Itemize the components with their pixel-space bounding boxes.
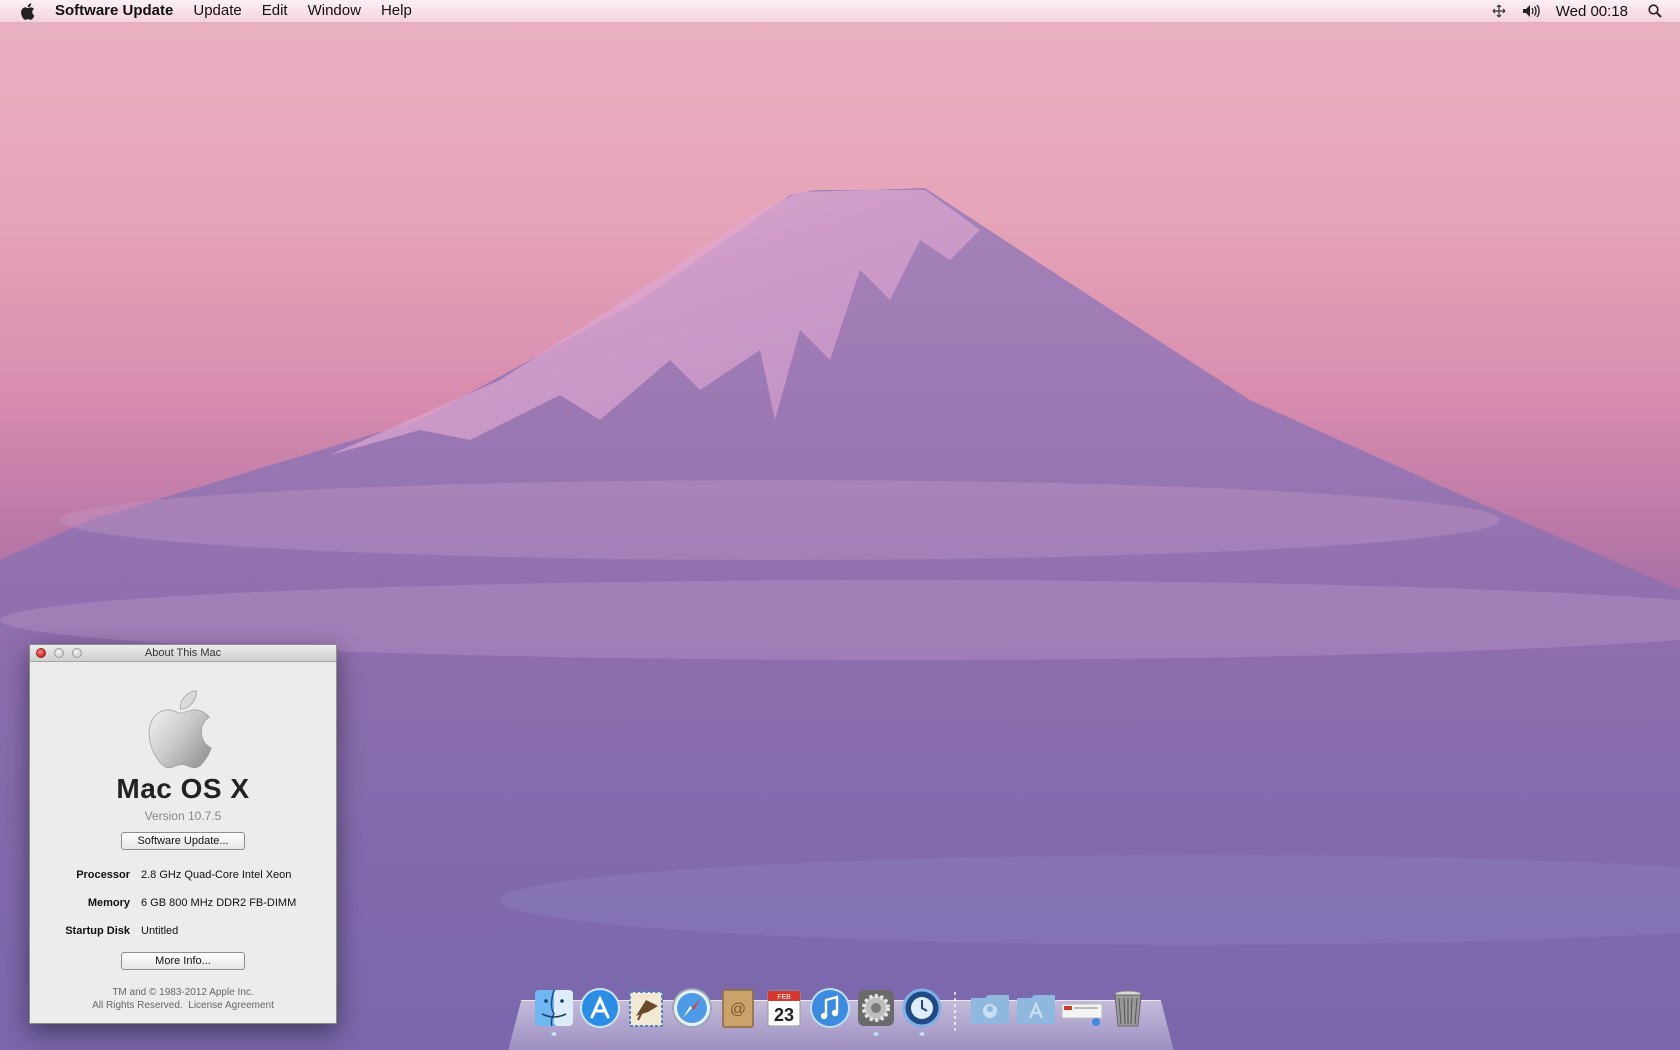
system-preferences-icon[interactable]: [854, 986, 898, 1030]
documents-stack-icon[interactable]: [968, 986, 1012, 1030]
startup-disk-value: Untitled: [141, 925, 179, 937]
spotlight-search-icon[interactable]: [1636, 0, 1680, 22]
menu-window[interactable]: Window: [298, 0, 371, 22]
menu-app-name[interactable]: Software Update: [45, 0, 183, 22]
memory-row: Memory 6 GB 800 MHz DDR2 FB-DIMM: [30, 897, 336, 913]
os-version[interactable]: Version 10.7.5: [30, 809, 336, 823]
menu-clock[interactable]: Wed 00:18: [1548, 0, 1636, 22]
time-machine-icon[interactable]: [900, 986, 944, 1030]
address-book-icon[interactable]: @: [716, 986, 760, 1030]
mail-icon[interactable]: [624, 986, 668, 1030]
app-store-icon[interactable]: [578, 986, 622, 1030]
window-title: About This Mac: [144, 647, 222, 659]
finder-running-indicator: [551, 1032, 557, 1036]
memory-label: Memory: [87, 897, 130, 909]
volume-icon[interactable]: [1514, 0, 1548, 22]
ical-icon[interactable]: FEB 23: [762, 986, 806, 1030]
finder-icon[interactable]: [532, 986, 576, 1030]
more-info-button[interactable]: More Info...: [121, 952, 245, 970]
menu-help[interactable]: Help: [371, 0, 422, 22]
calendar-day-label: 23: [774, 1005, 794, 1025]
copyright-line: TM and © 1983-2012 Apple Inc.: [112, 987, 254, 998]
dock: @ FEB 23: [532, 986, 1172, 1038]
license-agreement-link[interactable]: License Agreement: [188, 1000, 274, 1011]
system-preferences-running-indicator: [873, 1032, 879, 1036]
copyright-text: TM and © 1983-2012 Apple Inc. All Rights…: [30, 986, 336, 1012]
itunes-icon[interactable]: [808, 986, 852, 1030]
bluetooth-network-icon[interactable]: [1484, 0, 1514, 22]
applications-stack-icon[interactable]: [1014, 986, 1058, 1030]
desktop: Software Update Update Edit Window Help …: [0, 0, 1680, 1050]
window-titlebar[interactable]: About This Mac: [30, 645, 336, 662]
time-machine-running-indicator: [919, 1032, 925, 1036]
processor-row: Processor 2.8 GHz Quad-Core Intel Xeon: [30, 869, 336, 885]
dock-separator: [954, 992, 956, 1032]
downloads-stack-icon[interactable]: [1060, 986, 1104, 1030]
svg-text:@: @: [730, 1001, 746, 1018]
menu-update[interactable]: Update: [183, 0, 251, 22]
apple-logo-icon: [148, 690, 212, 769]
menu-extras: Wed 00:18: [1484, 0, 1680, 22]
trash-icon[interactable]: [1106, 986, 1150, 1030]
processor-label: Processor: [76, 869, 130, 881]
menu-edit[interactable]: Edit: [252, 0, 298, 22]
startup-disk-label: Startup Disk: [65, 925, 130, 937]
menu-bar: Software Update Update Edit Window Help …: [0, 0, 1680, 23]
startup-disk-row: Startup Disk Untitled: [30, 925, 336, 941]
safari-icon[interactable]: [670, 986, 714, 1030]
apple-menu-icon[interactable]: [0, 0, 45, 22]
memory-value: 6 GB 800 MHz DDR2 FB-DIMM: [141, 897, 297, 909]
processor-value: 2.8 GHz Quad-Core Intel Xeon: [141, 869, 292, 881]
calendar-month-label: FEB: [777, 994, 791, 1001]
os-name: Mac OS X: [116, 773, 250, 804]
about-this-mac-window: About This Mac Mac OS X Version 10.7.5 S…: [29, 644, 337, 1024]
rights-reserved-text: All Rights Reserved.: [92, 1000, 183, 1011]
software-update-button[interactable]: Software Update...: [121, 832, 245, 850]
